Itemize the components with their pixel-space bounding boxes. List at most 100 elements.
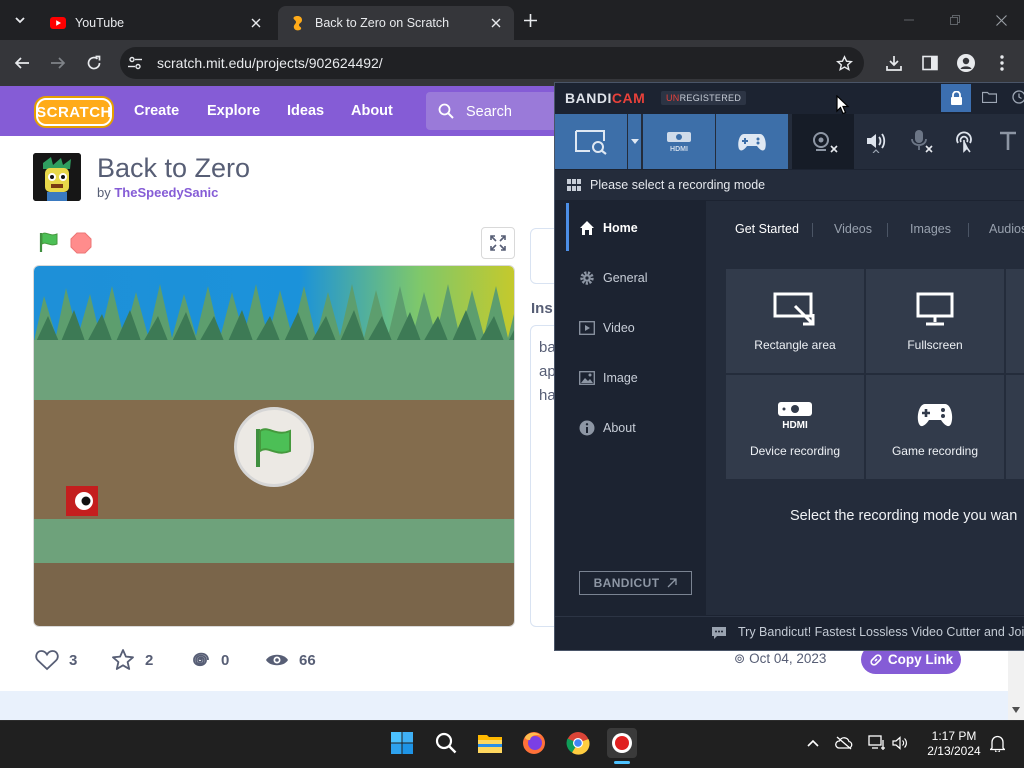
taskbar-clock[interactable]: 1:17 PM 2/13/2024 (922, 729, 986, 759)
rectangle-area-tile[interactable]: Rectangle area (726, 269, 864, 373)
lock-button[interactable] (941, 84, 971, 112)
chrome-button[interactable] (563, 728, 593, 758)
file-explorer-button[interactable] (475, 728, 505, 758)
sidebar-item-general[interactable]: General (579, 268, 647, 288)
more-modes-tile[interactable] (1006, 375, 1024, 479)
tab-get-started[interactable]: Get Started (735, 222, 799, 236)
tab-separator (887, 223, 888, 237)
speaker-button[interactable] (863, 128, 889, 154)
webcam-off-icon (813, 131, 838, 153)
network-icon[interactable] (868, 734, 886, 752)
fullscreen-button[interactable] (481, 227, 515, 259)
new-tab-button[interactable] (518, 8, 542, 32)
clock-date: 2/13/2024 (927, 744, 981, 758)
firefox-button[interactable] (519, 728, 549, 758)
screen-mode-dropdown[interactable] (628, 114, 641, 169)
scratch-logo[interactable]: SCRATCH (36, 98, 112, 126)
tab-search-button[interactable] (8, 8, 32, 32)
minimize-button[interactable] (886, 6, 932, 34)
folder-icon (981, 91, 997, 103)
unregistered-prefix: UN (666, 93, 680, 103)
more-modes-tile[interactable] (1006, 269, 1024, 373)
bandicut-promo-link[interactable]: Try Bandicut! Fastest Lossless Video Cut… (738, 625, 1024, 639)
tray-overflow-button[interactable] (804, 734, 822, 752)
tab-close-button[interactable] (484, 11, 508, 35)
nav-explore[interactable]: Explore (207, 103, 260, 119)
author-avatar[interactable] (33, 153, 81, 201)
star-icon (112, 649, 134, 670)
tab-scratch[interactable]: Back to Zero on Scratch (278, 6, 514, 40)
chrome-icon (566, 732, 590, 755)
sidebar-item-image[interactable]: Image (579, 368, 638, 388)
love-button[interactable]: 3 (35, 648, 77, 672)
scroll-down-arrow[interactable] (1010, 704, 1022, 716)
device-mode-button[interactable]: HDMI (643, 114, 715, 169)
back-button[interactable] (9, 50, 35, 76)
webcam-overlay-button[interactable] (792, 114, 854, 169)
taskbar-search-button[interactable] (431, 728, 461, 758)
shared-date: ⊚ Oct 04, 2023 (734, 651, 826, 667)
nav-create[interactable]: Create (134, 103, 179, 119)
history-button[interactable] (1010, 88, 1024, 106)
game-mode-button[interactable] (716, 114, 788, 169)
bandicam-logo-cam: CAM (611, 90, 646, 106)
sidebar-item-label: Home (603, 221, 638, 235)
external-link-icon (667, 578, 678, 588)
gamepad-icon (738, 133, 766, 150)
fullscreen-tile[interactable]: Fullscreen (866, 269, 1004, 373)
close-icon (995, 14, 1007, 26)
restore-button[interactable] (932, 6, 978, 34)
search-placeholder: Search (466, 104, 512, 120)
tab-images[interactable]: Images (910, 222, 951, 236)
tab-audios[interactable]: Audios (989, 222, 1024, 236)
views-count: 66 (299, 651, 316, 669)
forward-button[interactable] (45, 50, 71, 76)
speaker-icon (867, 133, 886, 153)
close-window-button[interactable] (978, 6, 1024, 34)
stage-start-overlay-button[interactable] (234, 407, 314, 487)
unregistered-text: REGISTERED (679, 93, 742, 103)
device-recording-tile[interactable]: HDMI Device recording (726, 375, 864, 479)
volume-icon[interactable] (891, 734, 909, 752)
game-recording-tile[interactable]: Game recording (866, 375, 1004, 479)
record-icon (612, 733, 632, 753)
folder-button[interactable] (980, 88, 998, 106)
green-flag-button[interactable] (37, 230, 61, 254)
sidebar-item-label: About (603, 421, 636, 435)
author-link[interactable]: TheSpeedySanic (114, 185, 218, 200)
screen-mode-button[interactable] (555, 114, 627, 169)
stop-icon (70, 232, 92, 254)
sidebar-item-home[interactable]: Home (579, 218, 638, 238)
unregistered-badge[interactable]: UNREGISTERED (661, 91, 747, 105)
microphone-button[interactable] (907, 128, 933, 154)
favorite-button[interactable]: 2 (111, 648, 153, 672)
image-icon (579, 370, 595, 386)
tab-close-button[interactable] (244, 11, 268, 35)
cursor-effect-button[interactable] (951, 128, 977, 154)
stop-button[interactable] (70, 232, 92, 254)
tab-youtube[interactable]: YouTube (38, 6, 274, 40)
video-icon (579, 320, 595, 336)
side-panel-icon (922, 55, 938, 71)
profile-button[interactable] (953, 50, 979, 76)
bookmark-star-button[interactable] (832, 52, 856, 74)
tab-videos[interactable]: Videos (834, 222, 872, 236)
reload-button[interactable] (81, 50, 107, 76)
plus-icon (523, 13, 537, 27)
tab-separator (968, 223, 969, 237)
sidebar-item-video[interactable]: Video (579, 318, 635, 338)
start-button[interactable] (387, 728, 417, 758)
side-panel-button[interactable] (917, 50, 943, 76)
nav-about[interactable]: About (351, 103, 393, 119)
clock-time: 1:17 PM (931, 729, 977, 743)
cloud-sync-icon[interactable] (835, 734, 853, 752)
text-overlay-button[interactable] (995, 128, 1021, 154)
bandicut-button[interactable]: BANDICUT (579, 571, 692, 595)
chrome-menu-button[interactable] (989, 50, 1015, 76)
notifications-button[interactable] (988, 734, 1006, 752)
bandicam-taskbar-button[interactable] (607, 728, 637, 758)
nav-ideas[interactable]: Ideas (287, 103, 324, 119)
downloads-button[interactable] (881, 50, 907, 76)
site-info-icon[interactable] (126, 54, 144, 72)
sidebar-item-about[interactable]: About (579, 418, 636, 438)
